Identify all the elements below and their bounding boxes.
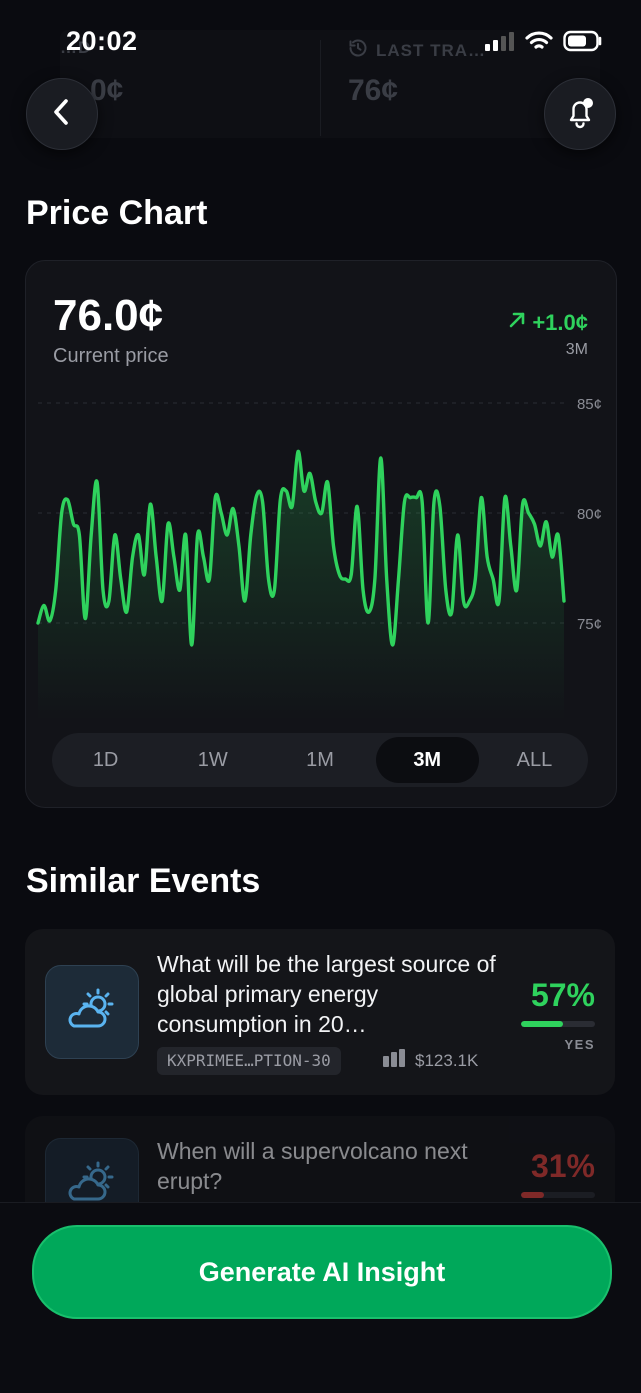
- y-tick-label: 85¢: [577, 396, 602, 413]
- price-line-chart: 85¢ 80¢ 75¢: [36, 396, 602, 721]
- event-probability-fill: [521, 1192, 544, 1198]
- status-time: 20:02: [66, 26, 138, 56]
- bar-chart-icon: [383, 1049, 407, 1072]
- history-icon: [348, 38, 368, 63]
- y-tick-label: 80¢: [577, 506, 602, 523]
- event-title: When will a supervolcano next erupt?: [157, 1138, 468, 1194]
- event-ticker: KXPRIMEE…PTION-30: [157, 1047, 341, 1075]
- range-tab-1w[interactable]: 1W: [161, 737, 264, 783]
- y-tick-label: 75¢: [577, 616, 602, 633]
- event-title: What will be the largest source of globa…: [157, 951, 496, 1037]
- header-stat-right-label: LAST TRA…: [376, 40, 487, 60]
- similar-events-heading: Similar Events: [26, 862, 261, 900]
- event-probability-bar: [521, 1021, 595, 1027]
- signal-icon: [485, 31, 515, 56]
- battery-icon: [563, 30, 603, 57]
- back-button[interactable]: [26, 78, 98, 150]
- event-card[interactable]: What will be the largest source of globa…: [25, 929, 615, 1095]
- header-stat-right: LAST TRA…: [348, 38, 486, 63]
- range-selector: 1D 1W 1M 3M ALL: [52, 733, 588, 787]
- event-probability-bar: [521, 1192, 595, 1198]
- event-volume: $123.1K: [383, 1049, 478, 1072]
- price-area: [38, 451, 564, 721]
- alerts-button[interactable]: [544, 78, 616, 150]
- header-stat-right-value: 76¢: [348, 74, 399, 107]
- price-chart-card: 76.0¢ Current price +1.0¢ 3M 85¢ 80¢ 75¢ 1…: [25, 260, 617, 808]
- status-icons: [485, 30, 603, 57]
- range-tab-all[interactable]: ALL: [483, 737, 586, 783]
- event-probability-fill: [521, 1021, 564, 1027]
- event-side-label: YES: [564, 1037, 595, 1052]
- header-divider: [320, 40, 321, 136]
- price-chart-heading: Price Chart: [26, 194, 208, 232]
- bell-notification-icon: [561, 93, 599, 136]
- event-yes-percent: 57%: [530, 977, 595, 1013]
- wifi-icon: [525, 30, 553, 57]
- generate-ai-insight-button[interactable]: Generate AI Insight: [32, 1225, 612, 1319]
- event-volume-value: $123.1K: [415, 1050, 479, 1070]
- range-tab-1m[interactable]: 1M: [268, 737, 371, 783]
- event-yes-percent: 31%: [530, 1148, 595, 1184]
- partly-sunny-icon: [62, 986, 122, 1039]
- range-tab-1d[interactable]: 1D: [54, 737, 157, 783]
- chevron-left-icon: [49, 97, 75, 132]
- event-icon-tile: [45, 965, 139, 1059]
- range-tab-3m[interactable]: 3M: [375, 737, 479, 783]
